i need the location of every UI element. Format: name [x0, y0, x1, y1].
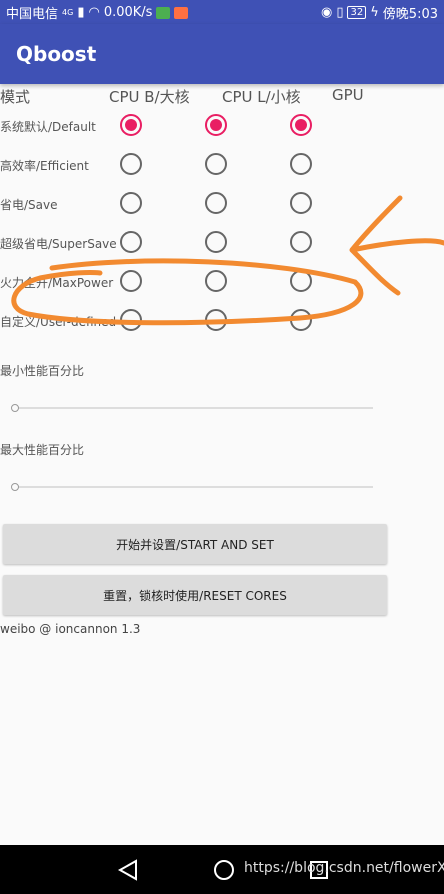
radio-save-gpu[interactable]: [290, 192, 312, 214]
min-performance-label: 最小性能百分比: [0, 364, 85, 378]
radio-user-defined-cpu-little[interactable]: [205, 309, 227, 331]
max-performance-slider-thumb[interactable]: [11, 483, 19, 491]
wifi-icon: ◠: [88, 5, 100, 20]
radio-supersave-cpu-big[interactable]: [120, 231, 142, 253]
watermark-text: https://blog.csdn.net/flowerX2: [244, 860, 444, 876]
row-label-maxpower: 火力全开/MaxPower: [0, 276, 114, 290]
carrier-label: 中国电信: [6, 7, 59, 22]
row-label-supersave: 超级省电/SuperSave: [0, 237, 117, 251]
header-cpu-big: CPU B/大核: [109, 88, 190, 106]
radio-default-gpu[interactable]: [290, 114, 312, 136]
min-performance-slider-thumb[interactable]: [11, 404, 19, 412]
radio-efficient-cpu-big[interactable]: [120, 153, 142, 175]
radio-maxpower-cpu-big[interactable]: [120, 270, 142, 292]
battery-icon: 32: [347, 6, 367, 19]
row-label-save: 省电/Save: [0, 198, 58, 212]
row-label-default: 系统默认/Default: [0, 120, 96, 134]
network-type: 4G: [62, 8, 74, 17]
vibrate-icon: ▯: [336, 5, 344, 20]
signal-icon: ▮: [77, 5, 85, 20]
max-performance-slider[interactable]: [15, 486, 373, 488]
radio-default-cpu-big[interactable]: [120, 114, 142, 136]
radio-supersave-gpu[interactable]: [290, 231, 312, 253]
max-performance-label: 最大性能百分比: [0, 443, 85, 457]
header-cpu-little: CPU L/小核: [222, 88, 301, 106]
app-title: Qboost: [16, 42, 97, 66]
radio-maxpower-gpu[interactable]: [290, 270, 312, 292]
radio-maxpower-cpu-little[interactable]: [205, 270, 227, 292]
status-right: ◉ ▯ 32 ϟ 傍晚5:03: [321, 3, 438, 22]
status-bar: 中国电信 4G ▮ ◠ 0.00K/s ◉ ▯ 32 ϟ 傍晚5:03: [0, 0, 444, 24]
header-gpu: GPU: [332, 86, 364, 104]
reset-cores-button[interactable]: 重置，锁核时使用/RESET CORES: [3, 575, 387, 615]
radio-efficient-gpu[interactable]: [290, 153, 312, 175]
radio-save-cpu-big[interactable]: [120, 192, 142, 214]
radio-efficient-cpu-little[interactable]: [205, 153, 227, 175]
back-icon[interactable]: [117, 859, 139, 881]
min-performance-slider[interactable]: [15, 407, 373, 409]
navigation-bar: https://blog.csdn.net/flowerX2: [0, 845, 444, 894]
net-speed: 0.00K/s: [103, 5, 153, 20]
radio-user-defined-cpu-big[interactable]: [120, 309, 142, 331]
notification-telegram-icon: [174, 6, 189, 19]
radio-user-defined-gpu[interactable]: [290, 309, 312, 331]
radio-save-cpu-little[interactable]: [205, 192, 227, 214]
status-left: 中国电信 4G ▮ ◠ 0.00K/s: [6, 3, 189, 22]
radio-default-cpu-little[interactable]: [205, 114, 227, 136]
app-bar: Qboost: [0, 24, 444, 84]
row-label-user-defined: 自定义/User-defined: [0, 315, 117, 329]
header-mode: 模式: [0, 88, 31, 106]
radio-supersave-cpu-little[interactable]: [205, 231, 227, 253]
charging-icon: ϟ: [370, 5, 379, 20]
notification-app-icon: [156, 6, 171, 19]
eye-icon: ◉: [320, 5, 333, 20]
home-icon[interactable]: [213, 859, 235, 881]
start-and-set-button[interactable]: 开始并设置/START AND SET: [3, 524, 387, 564]
row-label-efficient: 高效率/Efficient: [0, 159, 89, 173]
annotation-arrow: [349, 195, 444, 296]
clock: 傍晚5:03: [382, 7, 438, 22]
version-text: weibo @ ioncannon 1.3: [0, 622, 141, 636]
